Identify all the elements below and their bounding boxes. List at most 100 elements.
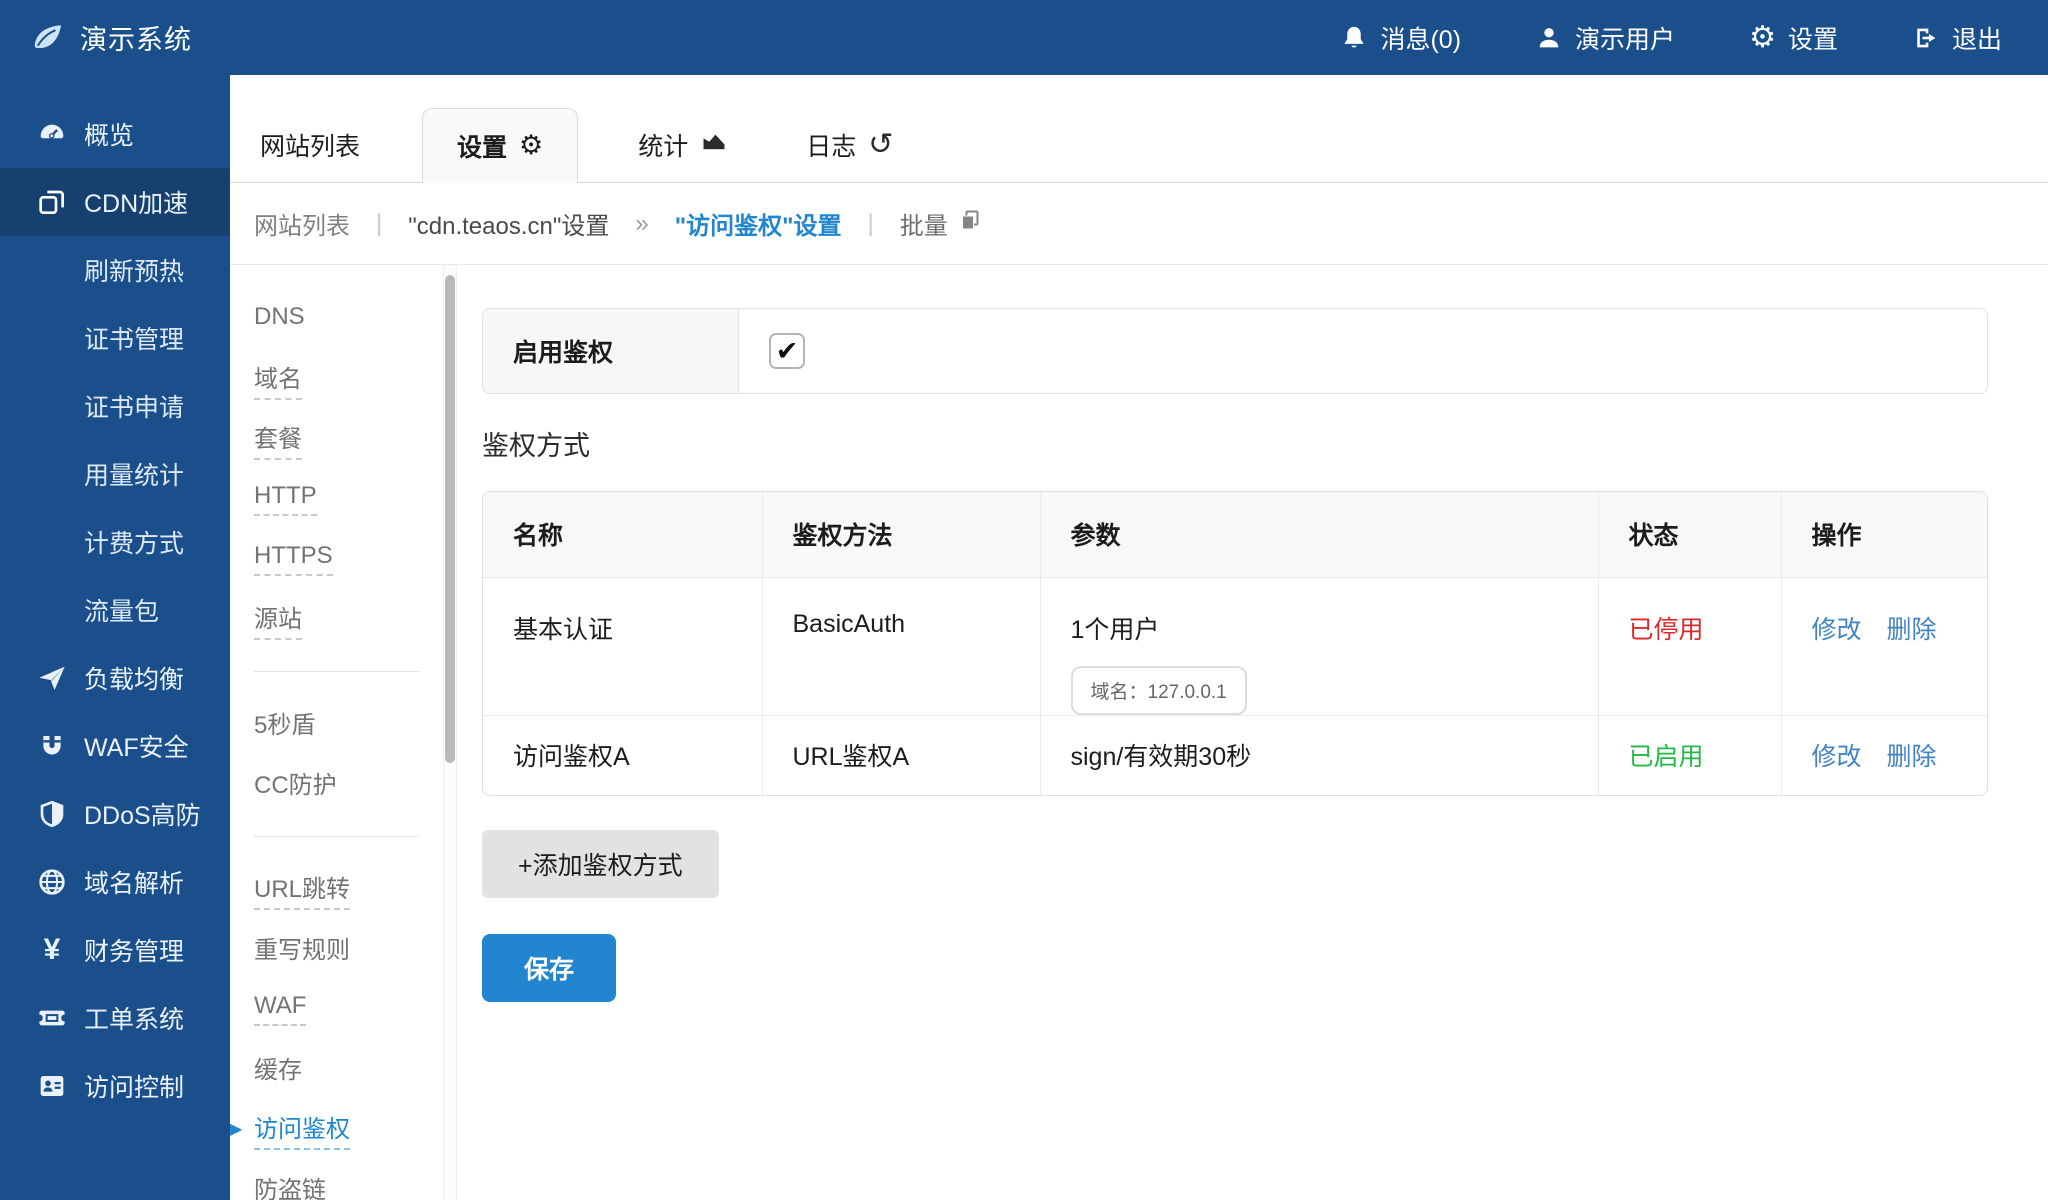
id-card-icon [32, 1070, 72, 1102]
sidebar-item-cert-manage[interactable]: 证书管理 [0, 304, 230, 372]
domain-badge: 域名：127.0.0.1 [1071, 666, 1247, 715]
history-icon: ↺ [868, 130, 893, 160]
subnav-item-plan[interactable]: 套餐 [254, 409, 443, 469]
sidebar-item-cdn[interactable]: CDN加速 [0, 168, 230, 236]
table-header-row: 名称 鉴权方法 参数 状态 操作 [483, 492, 1987, 577]
subnav-scrollbar-thumb[interactable] [445, 275, 455, 763]
enable-auth-checkbox[interactable]: ✔ [769, 333, 805, 369]
sidebar-item-label: 财务管理 [84, 932, 184, 968]
tab-stats[interactable]: 统计 [632, 107, 734, 182]
settings-menu-item[interactable]: ⚙ 设置 [1749, 20, 1838, 56]
auth-name-cell: 基本认证 [483, 577, 762, 715]
enable-auth-row: 启用鉴权 ✔ [482, 308, 1988, 394]
enable-auth-label: 启用鉴权 [483, 309, 739, 393]
column-header-method: 鉴权方法 [762, 492, 1040, 577]
subnav-item-origin[interactable]: 源站 [254, 589, 443, 649]
sidebar-item-usage-stats[interactable]: 用量统计 [0, 440, 230, 508]
actions-cell: 修改 删除 [1781, 577, 1987, 715]
tab-logs[interactable]: 日志 ↺ [800, 107, 899, 182]
sidebar-item-cert-apply[interactable]: 证书申请 [0, 372, 230, 440]
topbar-menu: 消息(0) 演示用户 ⚙ 设置 退出 [1340, 20, 2048, 56]
sidebar-item-label: 工单系统 [84, 1000, 184, 1036]
subnav-item-dns[interactable]: DNS [254, 289, 443, 349]
sign-out-icon [1912, 24, 1940, 52]
auth-method-cell: BasicAuth [762, 577, 1040, 715]
add-auth-method-button[interactable]: +添加鉴权方式 [482, 830, 719, 898]
sidebar-item-tickets[interactable]: 工单系统 [0, 984, 230, 1052]
sidebar-item-billing[interactable]: 计费方式 [0, 508, 230, 576]
subnav-item-cache[interactable]: 缓存 [254, 1039, 443, 1099]
sidebar-item-overview[interactable]: 概览 [0, 100, 230, 168]
sidebar-item-load-balancer[interactable]: 负载均衡 [0, 644, 230, 712]
sidebar-item-dns-resolve[interactable]: 域名解析 [0, 848, 230, 916]
brand-home-link[interactable]: 演示系统 [0, 18, 192, 57]
subnav-item-url-redirect[interactable]: URL跳转 [254, 859, 443, 919]
magnet-icon [32, 730, 72, 762]
sidebar: 概览 CDN加速 刷新预热 证书管理 证书申请 用量统计 计费方式 流量包 负载… [0, 75, 230, 1200]
sidebar-item-finance[interactable]: ¥ 财务管理 [0, 916, 230, 984]
sidebar-item-label: 证书申请 [84, 388, 184, 424]
copy-icon [958, 208, 982, 239]
tab-site-list[interactable]: 网站列表 [254, 107, 366, 182]
sidebar-item-waf[interactable]: WAF安全 [0, 712, 230, 780]
ticket-icon [32, 1002, 72, 1034]
tab-label: 网站列表 [260, 127, 360, 163]
user-icon [1535, 24, 1563, 52]
save-button[interactable]: 保存 [482, 934, 616, 1002]
breadcrumb-site-settings-link[interactable]: "cdn.teaos.cn"设置 [408, 206, 609, 241]
globe-icon [32, 866, 72, 898]
tab-label: 日志 [806, 127, 856, 163]
caret-right-icon: ▶ [230, 1119, 242, 1139]
subnav-item-domains[interactable]: 域名 [254, 349, 443, 409]
edit-link[interactable]: 修改 [1812, 616, 1862, 644]
params-summary: 1个用户 [1071, 610, 1598, 646]
delete-link[interactable]: 删除 [1886, 616, 1936, 644]
breadcrumb-separator: | [376, 210, 382, 238]
sidebar-item-access-control[interactable]: 访问控制 [0, 1052, 230, 1120]
checkmark-icon: ✔ [776, 338, 799, 365]
subnav-item-5s-shield[interactable]: 5秒盾 [254, 694, 443, 754]
sidebar-item-label: 负载均衡 [84, 660, 184, 696]
tab-settings[interactable]: 设置 ⚙ [422, 108, 578, 183]
leaf-icon [30, 21, 64, 55]
brand-label: 演示系统 [80, 18, 192, 57]
column-header-status: 状态 [1598, 492, 1781, 577]
chart-area-icon [700, 127, 728, 162]
subnav-item-https[interactable]: HTTPS [254, 529, 443, 589]
subnav-scrollbar-track[interactable] [443, 265, 457, 1200]
sidebar-item-label: CDN加速 [84, 184, 188, 220]
subnav-item-hotlink-protect[interactable]: 防盗链 [254, 1159, 443, 1200]
breadcrumb-site-list-link[interactable]: 网站列表 [254, 206, 350, 241]
auth-params-cell: 1个用户 域名：127.0.0.1 [1040, 577, 1598, 715]
subnav-item-cc-protect[interactable]: CC防护 [254, 754, 443, 814]
sidebar-item-ddos[interactable]: DDoS高防 [0, 780, 230, 848]
status-badge: 已停用 [1629, 616, 1704, 644]
subnav-item-waf[interactable]: WAF [254, 979, 443, 1039]
tab-label: 设置 [457, 128, 507, 164]
messages-menu-item[interactable]: 消息(0) [1340, 20, 1461, 56]
user-menu-item[interactable]: 演示用户 [1535, 20, 1675, 56]
subnav-item-access-auth[interactable]: ▶ 访问鉴权 [254, 1099, 443, 1159]
breadcrumb-current-page[interactable]: "访问鉴权"设置 [675, 206, 842, 241]
settings-body: DNS 域名 套餐 HTTP HTTPS 源站 5秒盾 CC防护 URL跳转 [230, 265, 2048, 1200]
delete-link[interactable]: 删除 [1886, 743, 1936, 771]
sidebar-item-label: 用量统计 [84, 456, 184, 492]
batch-action-link[interactable]: 批量 [900, 206, 982, 241]
subnav-divider [254, 836, 419, 837]
gear-icon: ⚙ [1749, 23, 1776, 53]
subnav-item-http[interactable]: HTTP [254, 469, 443, 529]
subnav-group-rules: URL跳转 重写规则 WAF 缓存 ▶ 访问鉴权 防盗链 [254, 859, 443, 1200]
sidebar-item-refresh-preheat[interactable]: 刷新预热 [0, 236, 230, 304]
sidebar-item-traffic-package[interactable]: 流量包 [0, 576, 230, 644]
clone-icon [32, 186, 72, 218]
gear-icon: ⚙ [519, 132, 543, 159]
auth-method-cell: URL鉴权A [762, 715, 1040, 795]
page: 演示系统 消息(0) 演示用户 ⚙ 设置 [0, 0, 2048, 1200]
chevron-right-icon: » [635, 210, 648, 238]
edit-link[interactable]: 修改 [1812, 743, 1862, 771]
logout-menu-item[interactable]: 退出 [1912, 20, 2002, 56]
subnav-item-rewrite-rules[interactable]: 重写规则 [254, 919, 443, 979]
logout-label: 退出 [1952, 20, 2002, 56]
subnav-divider [254, 671, 419, 672]
auth-methods-title: 鉴权方式 [482, 424, 1988, 463]
